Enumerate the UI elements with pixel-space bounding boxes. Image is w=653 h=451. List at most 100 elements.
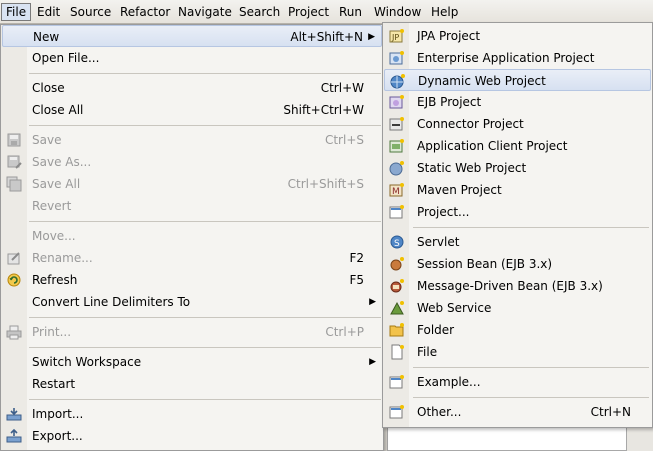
editor-area[interactable] [387,424,627,451]
menu-item-convert-line-delimiters[interactable]: Convert Line Delimiters To ▶ [2,291,382,313]
menu-item-label: Message-Driven Bean (EJB 3.x) [417,279,603,293]
menu-item-label: Move... [32,229,76,243]
menu-item-connector-project[interactable]: Connector Project [384,113,651,135]
menu-item-project[interactable]: Project... [384,201,651,223]
message-driven-bean-icon [389,278,405,294]
menu-item-accelerator: F2 [349,251,364,265]
example-icon [389,374,405,390]
menu-run[interactable]: Run [335,3,366,21]
menu-separator [29,347,381,348]
menu-separator [413,227,649,228]
menu-item-maven-project[interactable]: M Maven Project [384,179,651,201]
menu-item-rename[interactable]: Rename... F2 [2,247,382,269]
static-web-project-icon [389,160,405,176]
menu-item-message-driven-bean[interactable]: Message-Driven Bean (EJB 3.x) [384,275,651,297]
menu-item-restart[interactable]: Restart [2,373,382,395]
menu-item-close[interactable]: Close Ctrl+W [2,77,382,99]
submenu-arrow-icon: ▶ [369,357,376,367]
menu-item-refresh[interactable]: Refresh F5 [2,269,382,291]
menu-separator [29,317,381,318]
save-as-icon [6,154,22,170]
menu-item-revert[interactable]: Revert [2,195,382,217]
menu-item-jpa-project[interactable]: JP JPA Project [384,25,651,47]
menu-item-close-all[interactable]: Close All Shift+Ctrl+W [2,99,382,121]
menu-item-label: Restart [32,377,76,391]
menu-item-label: New [33,30,60,44]
menu-item-accelerator: Ctrl+N [590,405,631,419]
menu-item-export[interactable]: Export... [2,425,382,447]
menu-item-session-bean[interactable]: Session Bean (EJB 3.x) [384,253,651,275]
printer-icon [6,324,22,340]
menu-item-accelerator: Ctrl+W [320,81,364,95]
menu-item-label: Save [32,133,62,147]
jpa-project-icon: JP [389,28,405,44]
menu-item-accelerator: Ctrl+Shift+S [287,177,364,191]
menu-item-dynamic-web-project[interactable]: Dynamic Web Project [384,69,651,91]
menu-navigate[interactable]: Navigate [174,3,236,21]
menu-item-accelerator: Ctrl+S [324,133,364,147]
menu-item-label: Example... [417,375,481,389]
connector-project-icon [389,116,405,132]
menu-project[interactable]: Project [284,3,333,21]
file-icon [389,344,405,360]
menu-item-save-as[interactable]: Save As... [2,151,382,173]
export-icon [6,428,22,444]
menu-separator [413,367,649,368]
menu-item-label: EJB Project [417,95,482,109]
web-service-icon [389,300,405,316]
folder-icon [389,322,405,338]
menu-item-example[interactable]: Example... [384,371,651,393]
menu-item-servlet[interactable]: S Servlet [384,231,651,253]
menu-separator [29,73,381,74]
menu-item-switch-workspace[interactable]: Switch Workspace ▶ [2,351,382,373]
menu-item-label: Web Service [417,301,492,315]
menu-item-file[interactable]: File [384,341,651,363]
menu-separator [29,399,381,400]
menu-item-application-client-project[interactable]: Application Client Project [384,135,651,157]
submenu-arrow-icon: ▶ [368,32,375,42]
file-menu: New Alt+Shift+N ▶ Open File... Close Ctr… [0,24,384,451]
menu-source[interactable]: Source [66,3,115,21]
menu-item-label: Print... [32,325,72,339]
menu-item-label: Convert Line Delimiters To [32,295,191,309]
menu-item-print[interactable]: Print... Ctrl+P [2,321,382,343]
menu-item-web-service[interactable]: Web Service [384,297,651,319]
menu-item-label: Enterprise Application Project [417,51,595,65]
menu-item-label: Other... [417,405,462,419]
menu-bar: File Edit Source Refactor Navigate Searc… [0,0,653,24]
menu-item-label: Open File... [32,51,100,65]
menu-item-label: Close All [32,103,84,117]
menu-item-label: Refresh [32,273,78,287]
rename-icon [6,250,22,266]
save-icon [6,132,22,148]
menu-item-static-web-project[interactable]: Static Web Project [384,157,651,179]
menu-item-label: File [417,345,438,359]
menu-item-import[interactable]: Import... [2,403,382,425]
menu-item-label: Maven Project [417,183,502,197]
menu-item-label: Switch Workspace [32,355,142,369]
menu-item-other[interactable]: Other... Ctrl+N [384,401,651,423]
menu-item-label: Export... [32,429,83,443]
menu-window[interactable]: Window [370,3,425,21]
menu-item-label: Folder [417,323,455,337]
menu-file[interactable]: File [1,3,32,21]
new-submenu: JP JPA Project Enterprise Application Pr… [382,22,653,428]
menu-item-open-file[interactable]: Open File... [2,47,382,69]
menu-item-save-all[interactable]: Save All Ctrl+Shift+S [2,173,382,195]
svg-text:JP: JP [391,33,399,42]
menu-help[interactable]: Help [427,3,462,21]
menu-refactor[interactable]: Refactor [116,3,174,21]
menu-search[interactable]: Search [235,3,284,21]
menu-item-enterprise-application-project[interactable]: Enterprise Application Project [384,47,651,69]
refresh-icon [6,272,22,288]
menu-item-move[interactable]: Move... [2,225,382,247]
menu-item-save[interactable]: Save Ctrl+S [2,129,382,151]
session-bean-icon [389,256,405,272]
menu-item-label: Servlet [417,235,460,249]
menu-item-label: Static Web Project [417,161,527,175]
menu-edit[interactable]: Edit [33,3,64,21]
menu-item-label: Rename... [32,251,93,265]
menu-item-ejb-project[interactable]: EJB Project [384,91,651,113]
menu-item-folder[interactable]: Folder [384,319,651,341]
menu-item-new[interactable]: New Alt+Shift+N ▶ [2,25,382,47]
